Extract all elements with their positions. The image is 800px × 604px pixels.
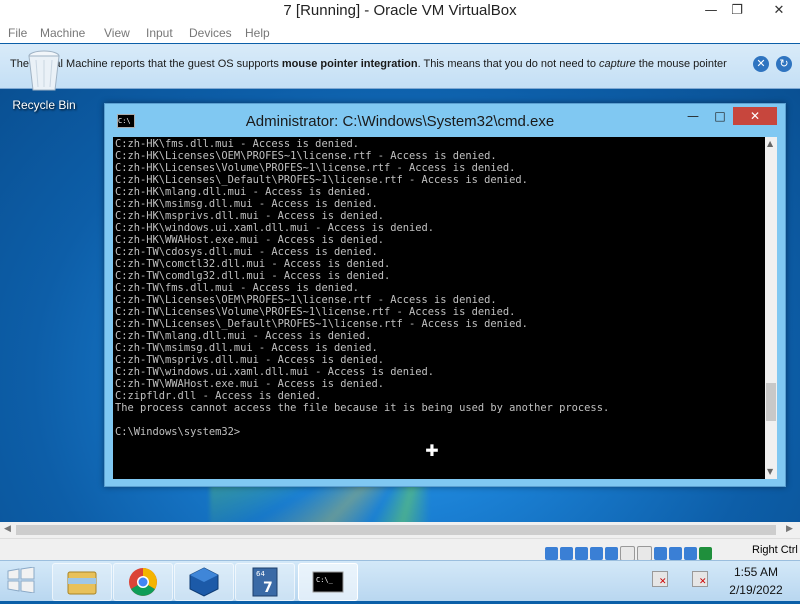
mouse-cursor-icon: ✚: [425, 441, 439, 460]
console-line: C:zipfldr.dll - Access is denied.: [115, 390, 322, 402]
taskbar-chrome[interactable]: [113, 563, 173, 601]
mouse-integration-icon[interactable]: [684, 547, 697, 560]
recording-icon[interactable]: [654, 547, 667, 560]
host-menubar: File Machine View Input Devices Help: [0, 23, 800, 43]
virtualbox-icon: [189, 567, 219, 597]
console-line: C:zh-HK\Licenses\_Default\PROFES~1\licen…: [115, 174, 528, 186]
action-center-flag-icon[interactable]: [652, 571, 668, 587]
console-line: C:zh-HK\windows.ui.xaml.dll.mui - Access…: [115, 222, 435, 234]
notice-text: The Virtual Machine reports that the gue…: [10, 58, 727, 70]
host-window-title: 7 [Running] - Oracle VM VirtualBox: [283, 2, 517, 19]
cmd-window[interactable]: C:\ Administrator: C:\Windows\System32\c…: [104, 103, 786, 487]
menu-help[interactable]: Help: [245, 26, 270, 40]
guest-taskbar: 64 7 C:\_ 1:55 AM 2/19/2022: [0, 560, 800, 601]
svg-text:C:\_: C:\_: [316, 576, 334, 584]
windows-logo-icon: [7, 566, 35, 594]
console-line: C:zh-HK\msimsg.dll.mui - Access is denie…: [115, 198, 378, 210]
scroll-up-icon[interactable]: ▲: [767, 139, 773, 148]
console-line: C:zh-TW\windows.ui.xaml.dll.mui - Access…: [115, 366, 435, 378]
notice-dismiss-icon[interactable]: ✕: [753, 56, 769, 72]
recycle-bin-label: Recycle Bin: [12, 98, 76, 112]
menu-machine[interactable]: Machine: [40, 26, 85, 40]
host-statusbar: Right Ctrl: [0, 538, 800, 561]
network-warning-icon[interactable]: [692, 571, 708, 587]
console-line: C:zh-HK\msprivs.dll.mui - Access is deni…: [115, 210, 384, 222]
mouse-integration-notice: The Virtual Machine reports that the gue…: [0, 44, 800, 89]
console-line: C:zh-HK\Licenses\OEM\PROFES~1\license.rt…: [115, 150, 497, 162]
host-horizontal-scrollbar[interactable]: ◀ ▶: [0, 522, 800, 538]
console-line: C:zh-TW\msimsg.dll.mui - Access is denie…: [115, 342, 378, 354]
hard-disk-icon[interactable]: [545, 547, 558, 560]
cmd-scrollbar[interactable]: ▲ ▼: [765, 137, 777, 479]
taskbar-file-explorer[interactable]: [52, 563, 112, 601]
audio-icon[interactable]: [575, 547, 588, 560]
console-output[interactable]: C:zh-HK\fms.dll.mui - Access is denied. C…: [113, 137, 765, 479]
cmd-maximize-button[interactable]: □: [707, 107, 733, 125]
console-line: C:zh-TW\cdosys.dll.mui - Access is denie…: [115, 246, 378, 258]
restore-button[interactable]: ❐: [720, 0, 754, 23]
keyboard-capture-icon[interactable]: [699, 547, 712, 560]
taskbar-windows7-vm[interactable]: 64 7: [235, 563, 295, 601]
taskbar-clock[interactable]: 1:55 AM 2/19/2022: [712, 565, 800, 597]
chrome-icon: [129, 568, 157, 596]
console-line: C:zh-TW\Licenses\OEM\PROFES~1\license.rt…: [115, 294, 497, 306]
usb-icon[interactable]: [605, 547, 618, 560]
console-line: C:zh-TW\comctl32.dll.mui - Access is den…: [115, 258, 391, 270]
host-scroll-thumb[interactable]: [16, 525, 776, 535]
console-line: The process cannot access the file becau…: [115, 402, 610, 414]
console-text: C:zh-HK\fms.dll.mui - Access is denied. C…: [113, 137, 765, 438]
console-line: C:\Windows\system32>: [115, 426, 241, 438]
menu-file[interactable]: File: [8, 26, 27, 40]
scroll-left-icon[interactable]: ◀: [4, 524, 11, 534]
console-line: C:zh-HK\fms.dll.mui - Access is denied.: [115, 138, 359, 150]
menu-view[interactable]: View: [104, 26, 130, 40]
taskbar-cmd[interactable]: C:\_: [298, 563, 358, 601]
taskbar-virtualbox[interactable]: [174, 563, 234, 601]
console-line: C:zh-TW\WWAHost.exe.mui - Access is deni…: [115, 378, 384, 390]
console-line: C:zh-TW\Licenses\_Default\PROFES~1\licen…: [115, 318, 528, 330]
guest-display[interactable]: The Virtual Machine reports that the gue…: [0, 44, 800, 522]
display-icon[interactable]: [637, 546, 652, 561]
host-key-label: Right Ctrl: [752, 544, 798, 556]
cmd-taskbar-icon: C:\_: [312, 571, 344, 593]
console-line: C:zh-TW\comdlg32.dll.mui - Access is den…: [115, 270, 391, 282]
cmd-minimize-button[interactable]: —: [679, 107, 707, 125]
menu-devices[interactable]: Devices: [189, 26, 232, 40]
scroll-right-icon[interactable]: ▶: [786, 524, 793, 534]
scroll-down-icon[interactable]: ▼: [767, 467, 773, 476]
recycle-bin-icon: [28, 50, 60, 91]
clock-time: 1:55 AM: [733, 565, 779, 579]
console-line: C:zh-HK\WWAHost.exe.mui - Access is deni…: [115, 234, 384, 246]
host-titlebar: 7 [Running] - Oracle VM VirtualBox — ❐ ✕: [0, 0, 800, 24]
start-button[interactable]: [6, 566, 40, 595]
vt-x-icon[interactable]: [669, 547, 682, 560]
cmd-close-button[interactable]: ✕: [733, 107, 777, 125]
scroll-thumb[interactable]: [766, 383, 776, 421]
console-line: C:zh-HK\Licenses\Volume\PROFES~1\license…: [115, 162, 516, 174]
console-line: C:zh-TW\fms.dll.mui - Access is denied.: [115, 282, 359, 294]
shared-folder-icon[interactable]: [620, 546, 635, 561]
clock-date: 2/19/2022: [729, 583, 783, 597]
network-icon[interactable]: [590, 547, 603, 560]
recycle-bin[interactable]: Recycle Bin: [12, 50, 76, 112]
notice-info-icon[interactable]: ↻: [776, 56, 792, 72]
console-line: C:zh-HK\mlang.dll.mui - Access is denied…: [115, 186, 372, 198]
folder-icon: [67, 571, 97, 595]
console-line: C:zh-TW\msprivs.dll.mui - Access is deni…: [115, 354, 384, 366]
svg-text:64: 64: [256, 570, 265, 578]
optical-drive-icon[interactable]: [560, 547, 573, 560]
close-button[interactable]: ✕: [762, 0, 796, 23]
menu-input[interactable]: Input: [146, 26, 173, 40]
console-line: C:zh-TW\Licenses\Volume\PROFES~1\license…: [115, 306, 516, 318]
cmd-window-title: Administrator: C:\Windows\System32\cmd.e…: [245, 113, 555, 130]
svg-text:7: 7: [263, 580, 273, 596]
windows7-vm-icon: 64 7: [252, 567, 278, 597]
console-line: C:zh-TW\mlang.dll.mui - Access is denied…: [115, 330, 372, 342]
